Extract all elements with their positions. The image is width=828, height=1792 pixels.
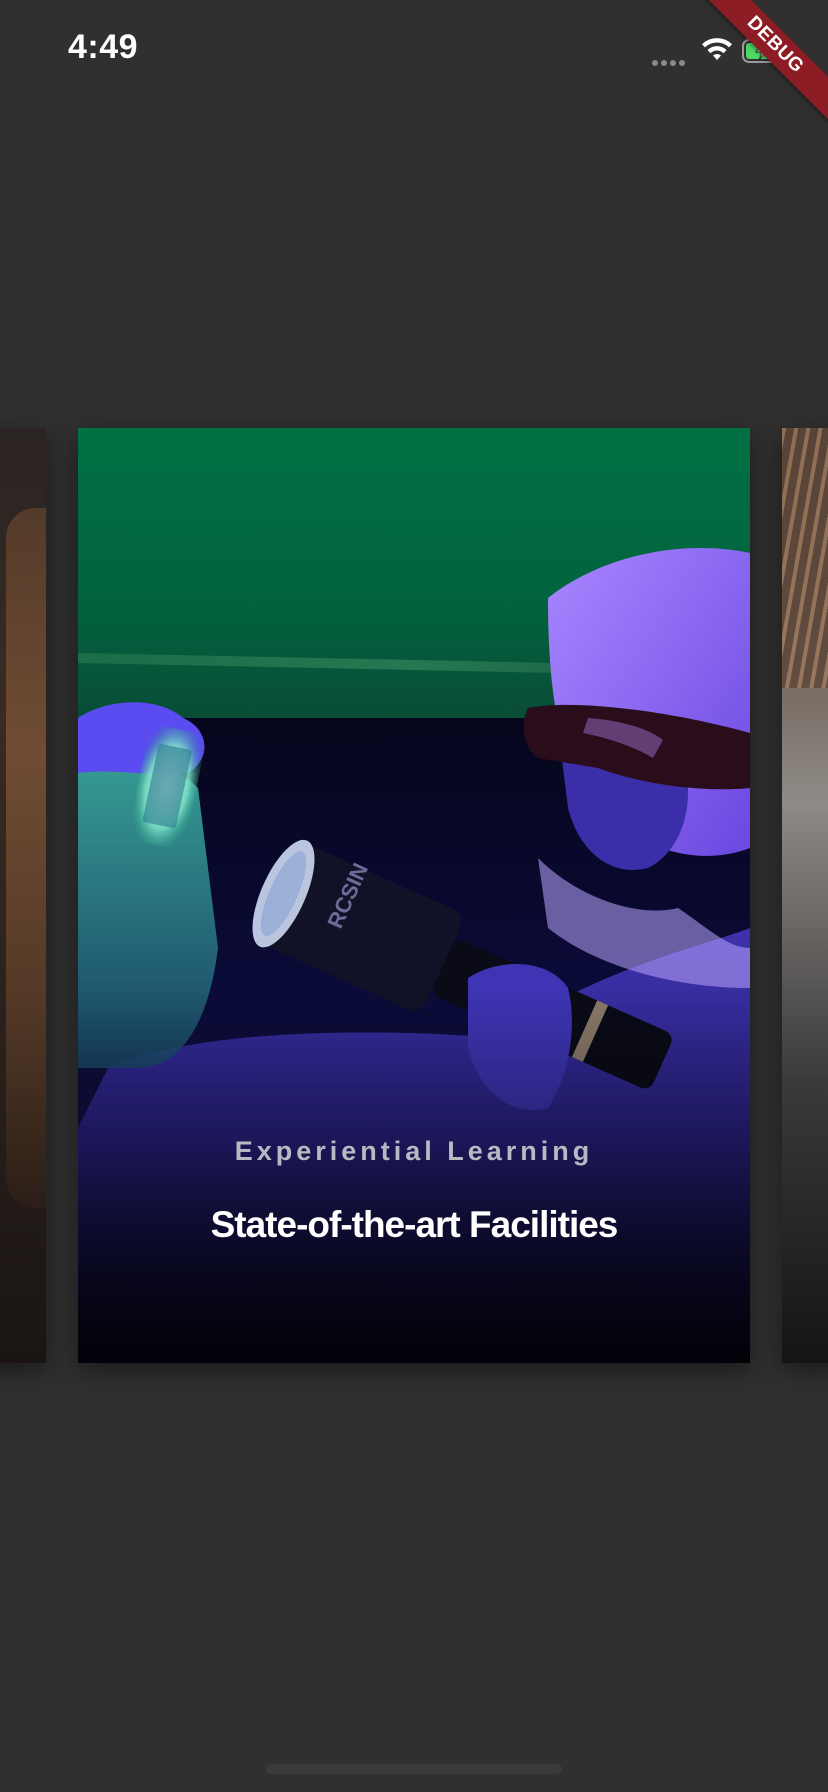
status-bar: 4:49 bbox=[0, 0, 828, 100]
carousel-card-next[interactable] bbox=[782, 428, 828, 1363]
card-carousel[interactable]: RCSIN Experiential Learning State-of-the… bbox=[0, 428, 828, 1363]
status-time: 4:49 bbox=[68, 28, 139, 66]
building-interior-photo bbox=[782, 428, 828, 688]
carousel-card-previous[interactable] bbox=[0, 428, 46, 1363]
battery-charging-icon bbox=[742, 39, 792, 63]
carousel-card-current[interactable]: RCSIN Experiential Learning State-of-the… bbox=[78, 428, 750, 1363]
home-indicator[interactable] bbox=[266, 1764, 562, 1774]
card-subtitle: Experiential Learning bbox=[234, 1136, 594, 1166]
wifi-icon bbox=[702, 38, 732, 60]
signal-icon bbox=[652, 53, 690, 66]
screen: 4:49 DEBUG Experiential Learning State-o… bbox=[0, 0, 828, 1792]
person-with-long-hair-photo bbox=[6, 508, 46, 1208]
card-title: State-of-the-art Facilities bbox=[210, 1204, 619, 1245]
